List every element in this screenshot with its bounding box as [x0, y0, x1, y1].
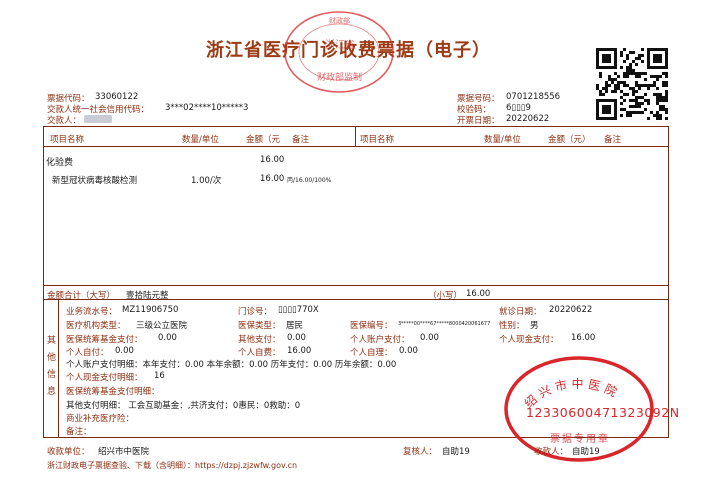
cash-detail: 16	[154, 371, 165, 381]
header-divider	[43, 146, 669, 147]
cash-detail-label: 个人现金支付明细：	[66, 373, 143, 383]
col-item: 项目名称	[50, 135, 85, 145]
qr-code	[596, 48, 668, 120]
side-label-1: 其	[47, 336, 57, 346]
verify-url-line[interactable]: 浙江财政电子票据查验、下载（含明细）：https://dzpj.zjzwfw.g…	[47, 460, 297, 471]
issue-date: 20220622	[506, 114, 550, 124]
gender: 男	[530, 321, 539, 331]
side-label-4: 息	[47, 387, 57, 397]
self-burden: 0.00	[399, 346, 418, 356]
org-type: 三级公立医院	[136, 321, 188, 331]
col-qty: 数量/单位	[182, 135, 219, 145]
ticket-code: 33060122	[95, 92, 139, 102]
remark-label: 备注：	[66, 427, 92, 437]
ins-no-label: 医保编号：	[350, 321, 393, 331]
side-label-3: 信	[47, 370, 57, 380]
cashier-label: 收款人：	[534, 447, 569, 457]
payer-redacted	[84, 115, 112, 123]
check-code: 6▯▯▯9	[506, 103, 531, 113]
col-note: 备注	[292, 135, 310, 145]
category-name: 化验费	[46, 158, 74, 168]
fund-pay-label: 医保统筹基金支付：	[66, 335, 143, 345]
col-qty-2: 数量/单位	[484, 135, 521, 145]
item-note: 丙/16.00/100%	[287, 177, 332, 184]
side-divider	[58, 299, 59, 438]
self-burden-label: 个人自理：	[350, 348, 393, 358]
column-divider	[355, 126, 356, 146]
cashier: 自助19	[572, 447, 600, 457]
other-pay-label: 其他支付：	[238, 335, 281, 345]
ministry-seal: 财政部 浙江省 财政部监制	[283, 10, 395, 94]
seal-mid-text: 浙江省	[325, 40, 355, 51]
cash-pay-label: 个人现金支付：	[499, 335, 559, 345]
account-pay-label: 个人账户支付：	[350, 335, 410, 345]
visit-date-label: 就诊日期：	[499, 307, 542, 317]
seal-top-text: 财政部	[329, 17, 350, 25]
payee: 绍兴市中医院	[98, 447, 150, 457]
total-upper-label: 金额合计（大写）	[47, 291, 116, 301]
reviewer-label: 复核人：	[403, 447, 438, 457]
other-detail: 其他支付明细： 工会互助基金：,共济支付：0惠民：0救助：0	[66, 401, 301, 411]
ins-no: 3*****00****67*****8000420061677	[398, 321, 491, 327]
total-top-divider	[43, 285, 669, 286]
col-note-2: 备注	[604, 135, 622, 145]
fund-detail: 医保统筹基金支付明细：	[66, 387, 160, 397]
issue-date-label: 开票日期：	[457, 116, 500, 126]
gender-label: 性别：	[499, 321, 525, 331]
col-item-2: 项目名称	[360, 135, 395, 145]
clinic-label: 门诊号：	[238, 307, 273, 317]
fund-pay: 0.00	[158, 333, 177, 343]
ticket-number: 0701218556	[506, 92, 561, 102]
seal-code: 12330600471323092N	[526, 405, 680, 420]
visit-date: 20220622	[549, 305, 593, 315]
org-type-label: 医疗机构类型：	[66, 321, 126, 331]
cash-pay: 16.00	[571, 333, 596, 343]
item-qty: 1.00/次	[191, 176, 222, 186]
account-detail: 个人账户支付明细：本年支付：0.00 本年余额：0.00 历年支付：0.00 历…	[66, 360, 397, 370]
commercial-insurance: 商业补充医疗险：	[66, 414, 135, 424]
total-small: 16.00	[466, 289, 491, 299]
self-cost: 16.00	[287, 346, 312, 356]
item-name: 新型冠状病毒核酸检测	[52, 176, 138, 186]
item-amount: 16.00	[260, 174, 285, 184]
reviewer: 自助19	[442, 447, 470, 457]
total-upper: 壹拾陆元整	[126, 291, 169, 301]
other-pay: 0.00	[287, 333, 306, 343]
account-pay: 0.00	[420, 333, 439, 343]
credit-code: 3***02****10*****3	[165, 103, 249, 113]
total-small-label: （小写）	[428, 291, 463, 301]
payee-label: 收款单位：	[47, 447, 90, 457]
self-cost-label: 个人自费：	[238, 348, 281, 358]
self-pay: 0.00	[115, 346, 134, 356]
serial: MZ11906750	[122, 305, 179, 315]
serial-label: 业务流水号：	[66, 307, 118, 317]
payer-label: 交款人：	[47, 116, 82, 126]
col-amount: 金额（元	[246, 135, 281, 145]
ins-type: 居民	[286, 321, 304, 331]
seal-bottom: 票据专用章	[550, 434, 610, 445]
clinic-no: ▯▯▯▯770X	[278, 305, 319, 315]
self-pay-label: 个人自付：	[66, 348, 109, 358]
ins-type-label: 医保类型：	[238, 321, 281, 331]
col-amount-2: 金额（元）	[548, 135, 591, 145]
category-amount: 16.00	[260, 155, 285, 165]
seal-bottom-text: 财政部监制	[317, 73, 363, 83]
side-label-2: 他	[47, 353, 57, 363]
